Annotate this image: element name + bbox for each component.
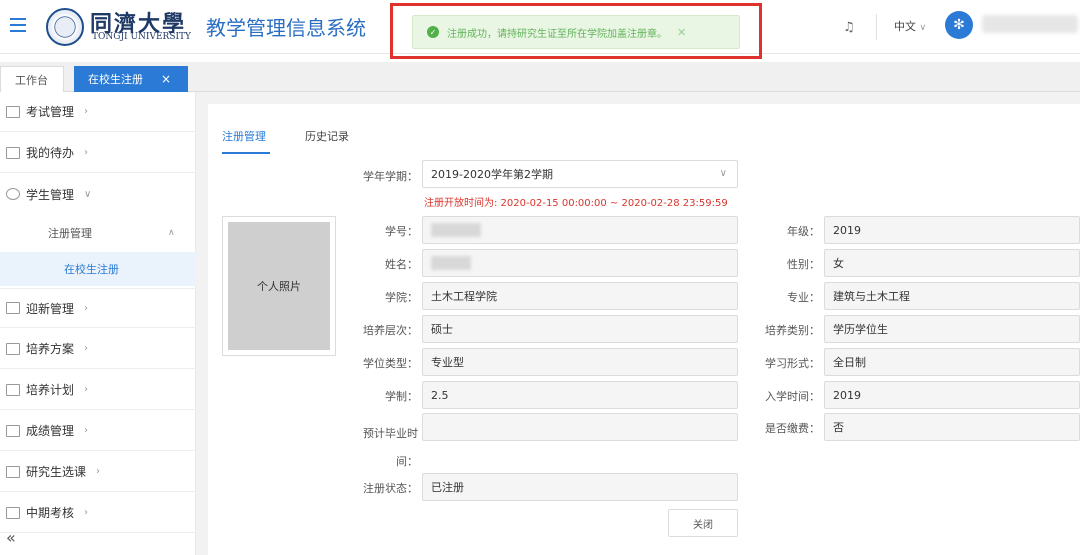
redacted-value [431,256,471,270]
sidebar: 考试管理 › 我的待办 › 学生管理 ∨ 注册管理 ∧ 在校生注册 迎新管理 › 培养方案… [0,92,196,555]
major-field: 建筑与土木工程 [824,282,1080,310]
grade-year-field: 2019 [824,216,1080,244]
sidebar-item-course-selection[interactable]: 研究生选课 › [0,452,196,492]
collapse-sidebar-icon[interactable]: « [6,528,16,547]
field-label: 培养层次： [363,324,418,337]
username-blurred[interactable] [982,15,1078,33]
field-label: 是否缴费： [765,422,820,435]
field-label: 姓名： [385,258,418,271]
enrollment-time-field: 2019 [824,381,1080,409]
college-field: 土木工程学院 [422,282,738,310]
field-label: 培养类别： [765,324,820,337]
degree-type-field: 专业型 [422,348,738,376]
chevron-down-icon: ∨ [919,23,927,33]
calendar-icon [6,383,20,396]
bell-icon[interactable]: ♫ [843,20,857,36]
check-circle-icon: ✓ [427,26,439,38]
system-title: 教学管理信息系统 [206,16,366,40]
sidebar-item-registration-mgmt[interactable]: 注册管理 ∧ [0,216,196,250]
language-selector[interactable]: 中文 ∨ [894,18,926,34]
sidebar-item-student-registration[interactable]: 在校生注册 [0,252,196,286]
chevron-down-icon: ∨ [719,168,727,179]
active-tab-underline [222,152,270,154]
sidebar-item-midterm[interactable]: 中期考核 › [0,493,196,533]
field-label: 学院： [385,291,418,304]
chevron-right-icon: › [84,106,89,117]
chevron-down-icon: ∨ [84,188,92,200]
avatar[interactable]: ✻ [945,11,973,39]
tab-registration-mgmt[interactable]: 注册管理 [222,128,266,144]
sidebar-item-plan[interactable]: 培养计划 › [0,370,196,410]
term-select[interactable]: 2019-2020学年第2学期 ∨ [422,160,738,188]
close-icon[interactable]: × [161,72,171,86]
sidebar-item-welcome[interactable]: 迎新管理 › [0,288,196,328]
list-icon [6,506,20,519]
field-label: 注册状态： [363,482,418,495]
field-label: 学号： [385,225,418,238]
degree-level-field: 硕士 [422,315,738,343]
flag-icon [6,302,20,314]
list-icon [6,465,20,478]
grid-icon [6,342,20,355]
tab-workbench[interactable]: 工作台 [0,66,64,92]
tab-student-registration[interactable]: 在校生注册 × [74,66,188,92]
field-label: 学位类型： [363,357,418,370]
chevron-right-icon: › [96,466,101,477]
chevron-right-icon: › [84,384,89,395]
chevron-right-icon: › [84,343,89,354]
header-divider [876,14,877,40]
close-icon[interactable]: ✕ [677,26,686,39]
chevron-right-icon: › [84,425,89,436]
sidebar-item-exams[interactable]: 考试管理 › [0,92,196,132]
menu-icon[interactable] [10,14,30,36]
field-label: 学习形式： [765,357,820,370]
sidebar-item-todo[interactable]: 我的待办 › [0,133,196,173]
sidebar-item-program[interactable]: 培养方案 › [0,329,196,369]
fee-paid-field: 否 [824,413,1080,441]
chevron-right-icon: › [84,302,89,314]
chevron-up-icon: ∧ [168,228,175,238]
close-button[interactable]: 关闭 [668,509,738,537]
user-icon [6,188,20,200]
document-icon [6,105,20,118]
field-label: 年级： [787,225,820,238]
program-length-field: 2.5 [422,381,738,409]
success-toast: ✓ 注册成功，请持研究生证至所在学院加盖注册章。 ✕ [412,15,740,49]
university-logo-en: TONGJI UNIVERSITY [92,32,191,42]
field-label: 学制： [385,390,418,403]
university-seal-logo [46,8,84,46]
redacted-value [431,223,481,237]
chevron-right-icon: › [84,147,89,158]
training-category-field: 学历学位生 [824,315,1080,343]
personal-photo: 个人照片 [228,222,330,350]
gender-field: 女 [824,249,1080,277]
field-label: 预计毕业时间： [363,427,418,468]
field-label: 专业： [787,291,820,304]
term-label: 学年学期： [363,170,418,183]
field-label: 入学时间： [765,390,820,403]
sidebar-item-students[interactable]: 学生管理 ∨ [0,174,196,214]
edit-icon [6,146,20,159]
field-label: 性别： [787,258,820,271]
name-field [422,249,738,277]
registration-period-notice: 注册开放时间为: 2020-02-15 00:00:00 ~ 2020-02-2… [424,198,728,209]
study-mode-field: 全日制 [824,348,1080,376]
toast-message: 注册成功，请持研究生证至所在学院加盖注册章。 [447,28,667,40]
document-icon [6,424,20,437]
sidebar-item-grades[interactable]: 成绩管理 › [0,411,196,451]
registration-status-field: 已注册 [422,473,738,501]
tab-bar: 工作台 在校生注册 × [0,62,1080,92]
tab-history[interactable]: 历史记录 [305,128,349,144]
student-id-field [422,216,738,244]
expected-graduation-field [422,413,738,441]
chevron-right-icon: › [84,507,89,518]
